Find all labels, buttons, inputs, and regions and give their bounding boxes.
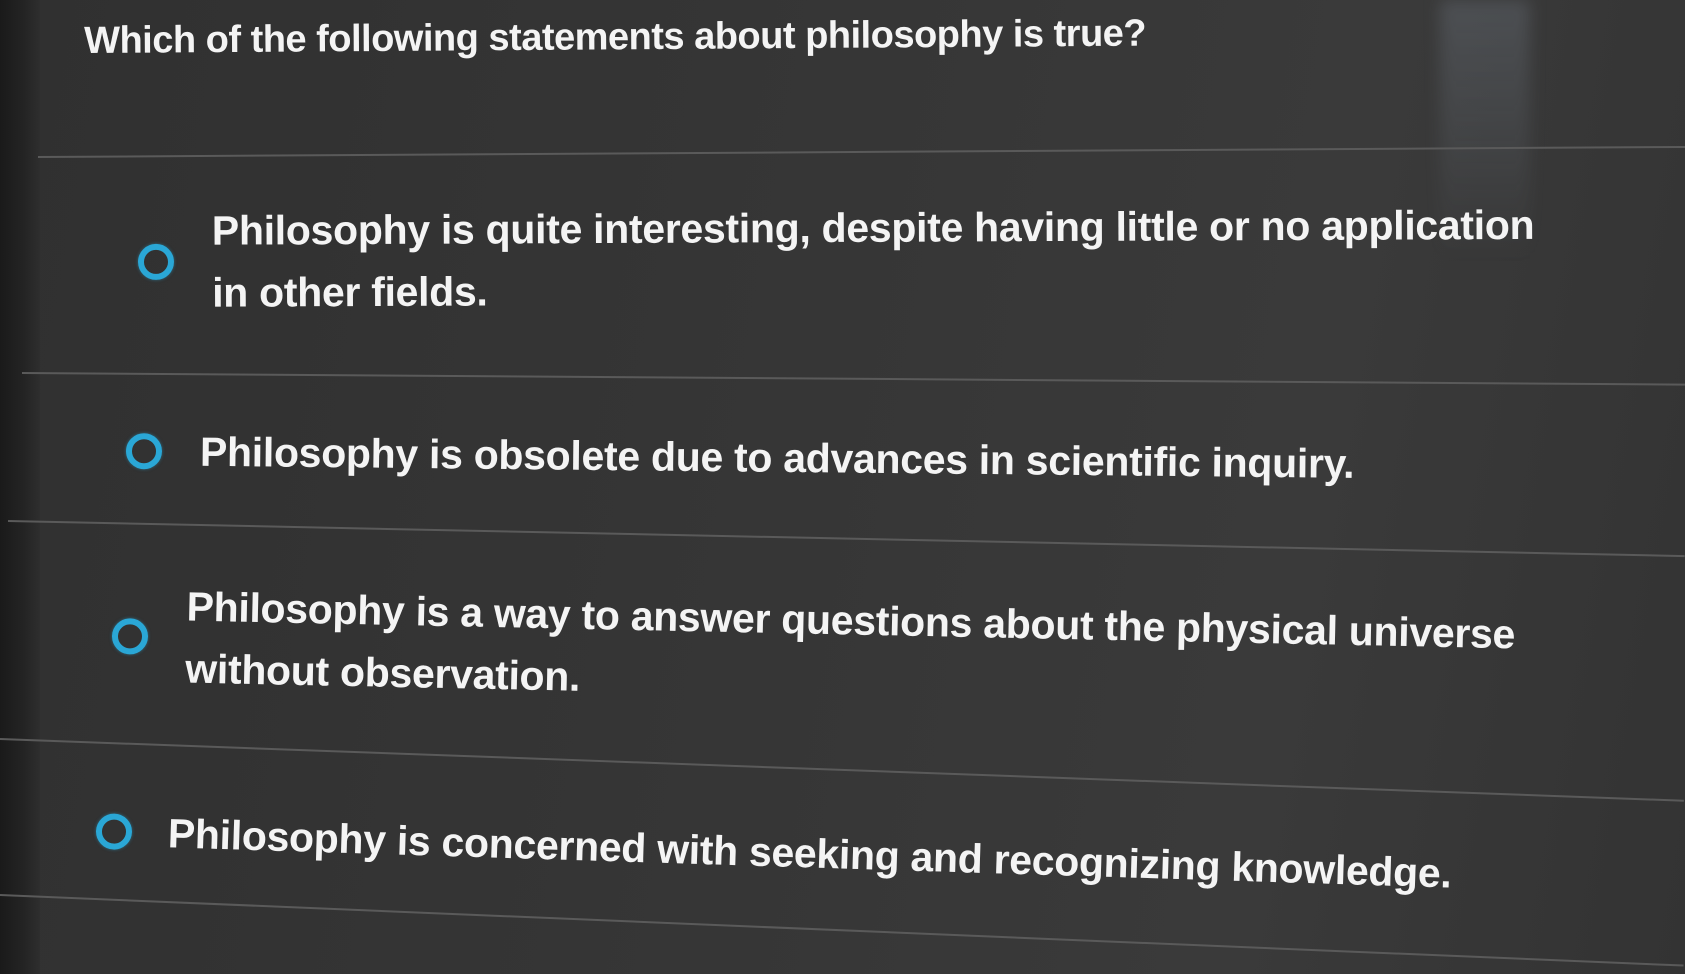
question-text: Which of the following statements about … [84,12,1147,62]
divider [37,145,1685,158]
radio-unselected-icon[interactable] [137,243,175,280]
option-3-label: Philosophy is a way to answer questions … [184,583,1516,700]
option-4-label: Philosophy is concerned with seeking and… [167,810,1453,897]
option-1-label: Philosophy is quite interesting, despite… [211,201,1535,316]
radio-unselected-icon[interactable] [125,433,163,470]
option-3[interactable]: Philosophy is a way to answer questions … [111,574,1573,729]
divider [21,372,1685,386]
divider [7,520,1685,558]
option-4[interactable]: Philosophy is concerned with seeking and… [95,800,1536,907]
option-2[interactable]: Philosophy is obsolete due to advances i… [125,420,1567,497]
quiz-screen: Which of the following statements about … [0,0,1685,974]
screen-bezel [0,0,40,974]
option-1[interactable]: Philosophy is quite interesting, despite… [137,194,1579,324]
radio-unselected-icon[interactable] [111,618,149,655]
divider [0,894,1684,967]
radio-unselected-icon[interactable] [95,813,133,851]
divider [0,738,1684,802]
option-2-label: Philosophy is obsolete due to advances i… [199,428,1355,487]
